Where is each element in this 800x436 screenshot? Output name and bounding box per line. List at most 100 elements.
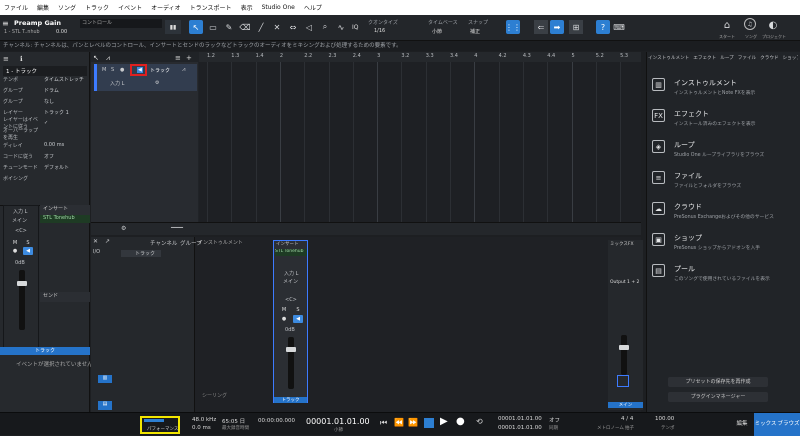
channel-output[interactable]: メイン <box>283 278 298 285</box>
rewind-start-icon[interactable]: ⏮ <box>380 418 387 428</box>
eraser-tool-icon[interactable]: ⌫ <box>238 20 252 34</box>
help-icon[interactable]: ? <box>596 20 610 34</box>
main-output-label[interactable]: Output 1 + 2 <box>610 280 639 285</box>
menu-item[interactable]: トランスポート <box>190 3 232 12</box>
main-position[interactable]: 00001.01.01.00 <box>306 417 370 426</box>
browser-item[interactable]: ▤ プール このソングで使用されているファイルを表示 <box>652 262 798 288</box>
main-fx-label[interactable]: ミックスFX <box>610 241 634 247</box>
channels-tab[interactable]: チャンネル <box>150 239 177 247</box>
solo-button[interactable]: S <box>23 239 33 247</box>
snap-value[interactable]: 補正 <box>470 28 480 35</box>
loop-right[interactable]: 00001.01.01.00 <box>498 425 542 431</box>
waveform-icon[interactable]: ⩘ <box>182 66 185 74</box>
track-input-settings-icon[interactable]: ⚙ <box>155 80 159 86</box>
wave-tool-icon[interactable]: ∿ <box>334 20 348 34</box>
mute-button[interactable]: M <box>10 239 20 247</box>
inspector-input[interactable]: 入力 L <box>13 208 27 215</box>
menu-item[interactable]: 編集 <box>37 3 49 12</box>
menu-item[interactable]: トラック <box>85 3 109 12</box>
zoom-tool-icon[interactable]: ⌕ <box>318 20 332 34</box>
bend-tool-icon[interactable]: ⇔ <box>286 20 300 34</box>
plugin-manager-button[interactable]: プラグインマネージャー <box>668 392 768 402</box>
inspector-row[interactable]: ボイシング <box>3 173 87 183</box>
channel-button[interactable]: ▮▮ <box>165 20 181 34</box>
close-icon[interactable]: ✕ <box>93 238 98 245</box>
browser-tab[interactable]: クラウド <box>760 55 778 63</box>
forward-icon[interactable]: ⏩ <box>408 418 418 427</box>
monitor-button[interactable]: ◀ <box>23 247 33 255</box>
sync-value[interactable]: オフ <box>549 416 560 424</box>
inspector-send-header[interactable]: センド <box>40 292 90 302</box>
track-name-label[interactable]: トラック <box>150 67 170 74</box>
tempo-value[interactable]: 100.00 <box>655 416 674 422</box>
inspector-pan[interactable]: <C> <box>15 228 27 234</box>
inspector-row[interactable]: コードに従う オフ <box>3 151 87 161</box>
mix-tab[interactable]: ミックス <box>754 413 777 436</box>
inspector-insert-plugin[interactable]: STL Tonehub <box>40 215 90 223</box>
record-button[interactable]: ● <box>279 315 289 323</box>
browser-item[interactable]: FX エフェクト インストール済みのエフェクトを表示 <box>652 107 798 133</box>
solo-button[interactable]: S <box>293 306 303 314</box>
performance-label[interactable]: パフォーマンス <box>147 426 178 432</box>
settings-icon[interactable]: ⚙ <box>121 225 126 232</box>
channel-insert-plugin[interactable]: STL Tonehub <box>275 249 307 256</box>
time-signature[interactable]: 4 / 4 <box>621 416 633 422</box>
preset-button[interactable]: プリセットの保存先を再作成 <box>668 377 768 387</box>
expand-icon[interactable]: ↗ <box>105 238 110 245</box>
metronome-label[interactable]: メトロノーム <box>597 425 624 431</box>
main-fader-knob[interactable] <box>619 345 629 350</box>
start-icon[interactable]: ⌂ <box>720 18 734 32</box>
mute-button[interactable]: M <box>102 67 106 73</box>
track-list-icon[interactable]: ≡ <box>175 54 181 62</box>
browser-item[interactable]: ▥ インストゥルメント インストゥルメントとNote FXを表示 <box>652 76 798 102</box>
menu-item[interactable]: ファイル <box>4 3 28 12</box>
inspector-insert-header[interactable]: インサート <box>40 205 90 215</box>
inspector-menu-icon[interactable]: ≡ <box>3 55 9 63</box>
mute-button[interactable]: M <box>279 306 289 314</box>
inspector-row-value[interactable]: 0.00 ms <box>41 142 87 148</box>
channel-insert-label[interactable]: インサート <box>276 241 299 247</box>
grid-icon[interactable]: ⊞ <box>569 20 583 34</box>
inspector-fader-knob[interactable] <box>17 281 27 286</box>
control-value[interactable]: 0.00 <box>56 29 67 35</box>
console-grid-icon[interactable]: ▤ <box>98 401 112 410</box>
browser-tab[interactable]: ループ <box>720 55 734 63</box>
track-input[interactable]: 入力 L <box>110 80 124 87</box>
monitor-button[interactable]: ◀ <box>293 315 303 323</box>
info-icon[interactable]: ℹ <box>20 55 23 63</box>
control-selector[interactable]: コントロール <box>80 19 162 28</box>
play-icon[interactable]: ▶ <box>440 416 448 427</box>
browser-tab[interactable]: ファイル <box>738 55 756 63</box>
split-tool-icon[interactable]: ╱ <box>254 20 268 34</box>
record-button[interactable]: ● <box>10 247 20 255</box>
keyboard-icon[interactable]: ⌨ <box>612 20 626 34</box>
inspector-row[interactable]: ディレイ 0.00 ms <box>3 140 87 150</box>
inspector-row[interactable]: グループ なし <box>3 96 87 106</box>
browser-tab[interactable]: インストゥルメント <box>648 55 689 63</box>
menu-item[interactable]: ヘルプ <box>304 3 322 12</box>
channel-fader-knob[interactable] <box>286 347 296 352</box>
inspector-output[interactable]: メイン <box>12 217 27 224</box>
iq-button[interactable]: IQ <box>352 24 359 31</box>
stop-icon[interactable] <box>424 418 434 428</box>
inspector-row[interactable]: オーバーラップを再生 <box>3 128 87 141</box>
arrow-tool-icon[interactable]: ↖ <box>189 20 203 34</box>
browse-tab[interactable]: ブラウズ <box>777 413 800 436</box>
inspector-row[interactable]: チューンモード デフォルト <box>3 162 87 172</box>
inspector-row-value[interactable]: ✓ <box>41 120 87 126</box>
listen-tool-icon[interactable]: ◁ <box>302 20 316 34</box>
inspector-row-value[interactable]: なし <box>41 98 87 105</box>
project-icon[interactable]: ◐ <box>766 18 780 32</box>
io-button[interactable]: I/O <box>93 249 100 255</box>
rewind-icon[interactable]: ⏪ <box>394 418 404 427</box>
inspector-row-value[interactable]: デフォルト <box>41 164 87 171</box>
range-tool-icon[interactable]: ▭ <box>206 20 220 34</box>
menu-icon[interactable]: ≡ <box>2 19 12 29</box>
console-list-item[interactable]: トラック <box>121 250 161 257</box>
record-icon[interactable]: ● <box>456 416 465 427</box>
browser-tab[interactable]: ショップ <box>783 55 798 63</box>
browser-item[interactable]: ☁ クラウド PreSonus Exchangeおよびその他のサービス <box>652 200 798 226</box>
browser-tab[interactable]: エフェクト <box>693 55 716 63</box>
inspector-row-value[interactable]: トラック 1 <box>41 109 87 116</box>
browser-item[interactable]: ◈ ループ Studio One ループライブラリをブラウズ <box>652 138 798 164</box>
